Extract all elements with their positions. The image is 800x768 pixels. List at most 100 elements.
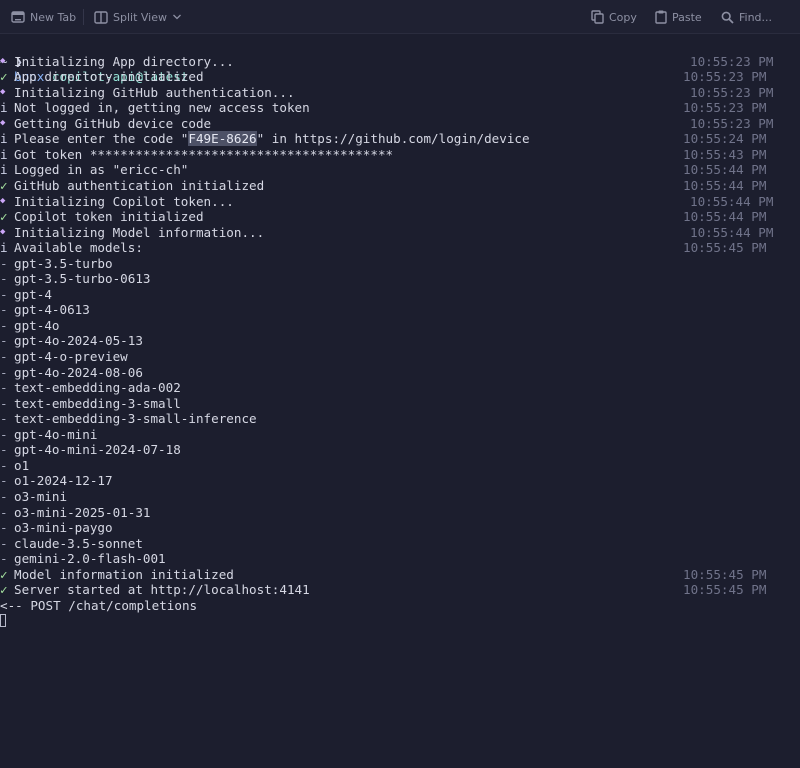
- log-timestamp: 10:55:43 PM: [683, 146, 767, 162]
- model-name: gpt-4o: [14, 317, 60, 333]
- log-timestamp: 10:55:23 PM: [683, 100, 767, 116]
- success-icon: ✓: [0, 209, 8, 225]
- model-list-item: - text-embedding-ada-002: [0, 380, 800, 396]
- list-bullet: -: [0, 380, 8, 396]
- model-list-item: - gpt-3.5-turbo: [0, 256, 800, 272]
- model-name: gpt-3.5-turbo-0613: [14, 271, 151, 287]
- model-name: gpt-4o-2024-08-06: [14, 364, 143, 380]
- list-bullet: -: [0, 442, 8, 458]
- log-message: Got token ******************************…: [14, 146, 394, 162]
- find-label: Find...: [739, 10, 773, 24]
- pending-icon: ◆: [0, 117, 6, 128]
- info-icon: i: [0, 240, 8, 256]
- model-name: text-embedding-3-small-inference: [14, 411, 257, 427]
- copy-icon: [591, 10, 604, 24]
- list-bullet: -: [0, 349, 8, 364]
- model-name: gpt-4: [14, 286, 52, 302]
- log-message: Available models:: [14, 240, 143, 256]
- split-view-icon: [94, 10, 108, 24]
- log-line: i Got token *****************************…: [0, 147, 800, 163]
- pending-icon: ◆: [0, 55, 6, 66]
- model-name: o1: [14, 457, 30, 473]
- model-list-item: - o3-mini: [0, 489, 800, 505]
- log-message: Logged in as "ericc-ch": [14, 162, 189, 178]
- log-line: ◆ Initializing Copilot token... 10:55:44 P…: [0, 194, 800, 210]
- list-bullet: -: [0, 411, 8, 427]
- success-icon: ✓: [0, 582, 8, 598]
- log-line: i Available models: 10:55:45 PM: [0, 240, 800, 256]
- new-tab-icon: [11, 10, 25, 24]
- log-line: i Logged in as "ericc-ch" 10:55:44 PM: [0, 162, 800, 178]
- log-timestamp: 10:55:23 PM: [683, 69, 767, 85]
- model-name: gpt-4-0613: [14, 302, 90, 318]
- log-line: ✓ Model information initialized 10:55:45 P…: [0, 567, 800, 583]
- new-tab-button[interactable]: New Tab: [11, 0, 76, 34]
- log-message: Model information initialized: [14, 566, 234, 582]
- model-name: gpt-4o-mini: [14, 426, 98, 442]
- find-button[interactable]: Find...: [721, 0, 772, 34]
- list-bullet: -: [0, 286, 8, 302]
- list-bullet: -: [0, 551, 8, 567]
- info-icon: i: [0, 146, 8, 162]
- log-timestamp: 10:55:45 PM: [683, 582, 767, 598]
- log-message: Getting GitHub device code: [14, 115, 212, 131]
- model-name: o3-mini-paygo: [14, 520, 113, 536]
- list-bullet: -: [0, 271, 8, 287]
- list-bullet: -: [0, 302, 8, 318]
- log-timestamp: 10:55:45 PM: [683, 566, 767, 582]
- success-icon: ✓: [0, 566, 8, 582]
- model-name: gpt-4o-mini-2024-07-18: [14, 442, 181, 458]
- pending-icon: ◆: [0, 195, 6, 206]
- model-list-item: - claude-3.5-sonnet: [0, 536, 800, 552]
- paste-button[interactable]: Paste: [655, 0, 702, 34]
- log-line: ✓ Copilot token initialized 10:55:44 PM: [0, 209, 800, 225]
- log-timestamp: 10:55:44 PM: [683, 209, 767, 225]
- list-bullet: -: [0, 395, 8, 411]
- log-message: Not logged in, getting new access token: [14, 100, 310, 116]
- info-icon: i: [0, 131, 8, 147]
- log-message: Please enter the code "F49E-8626" in htt…: [14, 131, 530, 147]
- model-name: gemini-2.0-flash-001: [14, 551, 166, 567]
- model-list-item: - gpt-4-0613: [0, 302, 800, 318]
- log-timestamp: 10:55:44 PM: [683, 162, 767, 178]
- model-name: text-embedding-ada-002: [14, 380, 181, 396]
- log-message: Initializing App directory...: [14, 53, 234, 69]
- list-bullet: -: [0, 473, 8, 489]
- model-list-item: - gpt-4o-mini-2024-07-18: [0, 442, 800, 458]
- model-name: o3-mini: [14, 488, 68, 504]
- log-line: i Please enter the code "F49E-8626" in ht…: [0, 131, 800, 147]
- command-prompt-line: ~ ❯ bunx copilot-api@latest: [0, 38, 800, 85]
- terminal-toolbar: New Tab Split View Copy Paste Find...: [0, 0, 800, 34]
- terminal-cursor: [0, 614, 6, 627]
- split-view-label: Split View: [113, 10, 167, 24]
- terminal-output[interactable]: ~ ❯ bunx copilot-api@latest ◆ Initializin…: [0, 38, 800, 768]
- model-name: gpt-3.5-turbo: [14, 255, 113, 271]
- split-view-button[interactable]: Split View: [94, 0, 182, 34]
- log-message: Copilot token initialized: [14, 209, 204, 225]
- model-list-item: - gpt-4o-mini: [0, 427, 800, 443]
- new-tab-label: New Tab: [30, 10, 77, 24]
- toolbar-divider: [83, 9, 84, 25]
- model-list-item: - o3-mini-2025-01-31: [0, 505, 800, 521]
- list-bullet: -: [0, 426, 8, 442]
- model-name: o1-2024-12-17: [14, 473, 113, 489]
- list-bullet: -: [0, 520, 8, 536]
- log-timestamp: 10:55:24 PM: [683, 131, 767, 147]
- model-list-item: - gpt-4o: [0, 318, 800, 334]
- log-timestamp: 10:55:44 PM: [683, 177, 767, 193]
- model-list-item: - gpt-4-o-preview: [0, 349, 800, 365]
- model-name: claude-3.5-sonnet: [14, 535, 143, 551]
- copy-button[interactable]: Copy: [591, 0, 637, 34]
- log-line: ✓ Server started at http://localhost:4141…: [0, 582, 800, 598]
- list-bullet: -: [0, 535, 8, 551]
- request-text: <-- POST /chat/completions: [0, 597, 198, 613]
- model-list-item: - text-embedding-3-small: [0, 396, 800, 412]
- log-message: Initializing GitHub authentication...: [14, 84, 295, 100]
- list-bullet: -: [0, 488, 8, 504]
- search-icon: [721, 11, 734, 24]
- log-message: Initializing Copilot token...: [14, 193, 234, 209]
- pending-icon: ◆: [0, 226, 6, 237]
- log-timestamp: 10:55:44 PM: [690, 224, 774, 240]
- model-name: gpt-4-o-preview: [14, 349, 128, 364]
- model-list-item: - gpt-3.5-turbo-0613: [0, 271, 800, 287]
